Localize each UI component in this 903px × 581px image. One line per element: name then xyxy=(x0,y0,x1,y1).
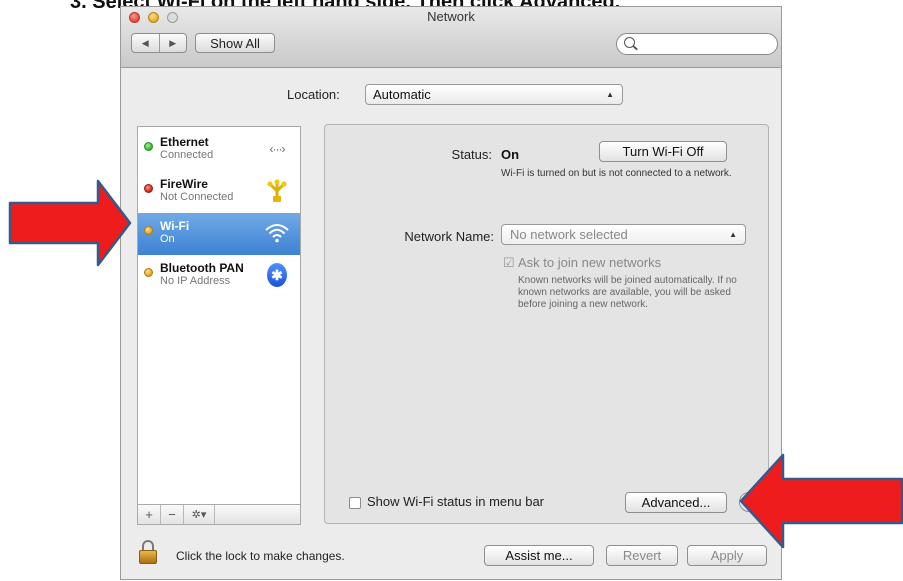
wifi-icon xyxy=(264,220,290,246)
lock-icon[interactable] xyxy=(139,540,157,564)
sidebar-item-bluetooth-pan[interactable]: Bluetooth PAN No IP Address ✱ xyxy=(138,255,300,297)
status-dot-icon xyxy=(144,226,153,235)
sidebar-item-wifi[interactable]: Wi-Fi On xyxy=(138,213,300,255)
status-dot-icon xyxy=(144,142,153,151)
search-icon xyxy=(624,37,635,48)
ethernet-icon: ‹···› xyxy=(269,142,286,156)
status-value: On xyxy=(501,147,520,162)
left-annotation-arrow xyxy=(8,179,132,267)
sidebar-item-firewire[interactable]: FireWire Not Connected xyxy=(138,171,300,213)
add-service-button[interactable]: + xyxy=(138,505,161,524)
service-name: Bluetooth PAN xyxy=(160,261,244,275)
service-actions-button[interactable]: ✲▾ xyxy=(184,505,215,524)
wifi-detail-panel: Status: On Turn Wi-Fi Off Wi-Fi is turne… xyxy=(324,124,769,524)
assist-me-button[interactable]: Assist me... xyxy=(484,545,594,566)
firewire-icon xyxy=(264,178,290,204)
location-value: Automatic xyxy=(373,87,431,102)
service-name: FireWire xyxy=(160,177,208,191)
network-name-value: No network selected xyxy=(510,227,628,242)
ask-to-join-label: Ask to join new networks xyxy=(518,255,662,270)
service-status: No IP Address xyxy=(160,275,231,287)
right-annotation-arrow xyxy=(739,453,903,549)
service-status: Not Connected xyxy=(160,191,234,203)
back-forward-group: ◀ ▶ xyxy=(131,33,187,53)
show-wifi-status-checkbox[interactable] xyxy=(349,497,361,509)
location-label: Location: xyxy=(287,87,340,102)
status-dot-icon xyxy=(144,268,153,277)
revert-button[interactable]: Revert xyxy=(606,545,678,566)
network-name-select[interactable]: No network selected ▲ xyxy=(501,224,746,245)
location-select[interactable]: Automatic ▲ xyxy=(365,84,623,105)
service-name: Wi-Fi xyxy=(160,219,190,233)
status-dot-icon xyxy=(144,184,153,193)
advanced-button[interactable]: Advanced... xyxy=(625,492,727,513)
status-label: Status: xyxy=(451,147,492,162)
show-wifi-status-label: Show Wi-Fi status in menu bar xyxy=(367,494,545,509)
forward-button[interactable]: ▶ xyxy=(158,34,187,52)
select-arrows-icon: ▲ xyxy=(729,230,737,239)
window-toolbar: Network ◀ ▶ Show All xyxy=(121,7,781,68)
search-input[interactable] xyxy=(616,33,778,55)
sidebar-controls: + − ✲▾ xyxy=(137,504,301,525)
network-preferences-window: Network ◀ ▶ Show All Location: Automatic… xyxy=(120,6,782,580)
ask-to-join-description: Known networks will be joined automatica… xyxy=(518,275,737,310)
network-name-label: Network Name: xyxy=(404,229,494,244)
ask-to-join-checkbox[interactable]: ☑ xyxy=(503,255,515,271)
select-arrows-icon: ▲ xyxy=(606,90,614,99)
bluetooth-icon: ✱ xyxy=(264,262,290,288)
turn-wifi-off-button[interactable]: Turn Wi-Fi Off xyxy=(599,141,727,162)
window-title: Network xyxy=(427,9,475,24)
sidebar-item-ethernet[interactable]: Ethernet Connected ‹···› xyxy=(138,129,300,171)
show-all-button[interactable]: Show All xyxy=(195,33,275,53)
remove-service-button[interactable]: − xyxy=(161,505,184,524)
back-button[interactable]: ◀ xyxy=(132,34,159,52)
status-description: Wi-Fi is turned on but is not connected … xyxy=(501,168,732,179)
service-status: On xyxy=(160,233,175,245)
lock-text: Click the lock to make changes. xyxy=(176,549,345,563)
service-status: Connected xyxy=(160,149,214,161)
network-service-list: Ethernet Connected ‹···› FireWire Not Co… xyxy=(137,126,301,525)
service-name: Ethernet xyxy=(160,135,209,149)
